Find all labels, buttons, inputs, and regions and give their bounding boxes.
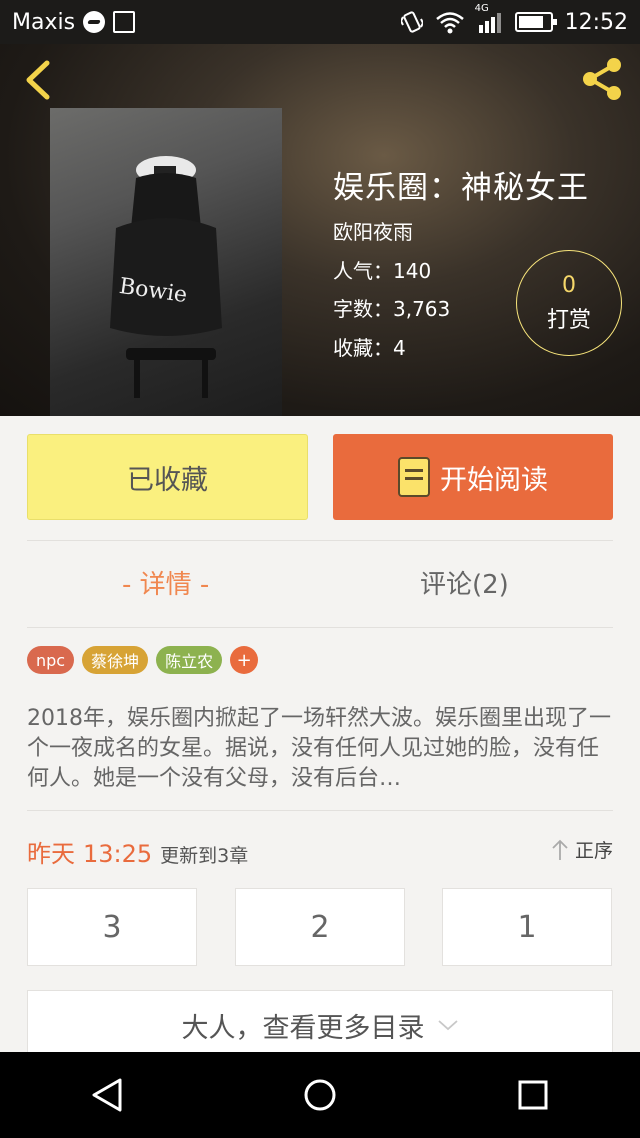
cellular-signal-icon: 4G	[475, 3, 503, 33]
tab-details[interactable]: - 详情 -	[122, 564, 209, 601]
more-catalog-label: 大人，查看更多目录	[181, 1012, 425, 1044]
back-button[interactable]	[18, 58, 58, 102]
chapter-button[interactable]: 1	[442, 888, 612, 966]
sort-toggle[interactable]: 正序	[551, 836, 613, 863]
arrow-up-icon	[552, 839, 568, 860]
more-catalog-button[interactable]: 大人，查看更多目录	[27, 990, 613, 1060]
book-cover: Bowie	[50, 108, 282, 416]
reward-label: 打赏	[546, 307, 591, 333]
network-type: 4G	[474, 3, 489, 14]
start-reading-label: 开始阅读	[440, 464, 548, 496]
messenger-icon	[83, 11, 106, 33]
tab-comments[interactable]: 评论(2)	[420, 564, 509, 601]
book-author[interactable]: 欧阳夜雨	[333, 216, 413, 245]
tag-npc[interactable]: npc	[27, 646, 75, 674]
book-popularity: 人气：140	[333, 259, 432, 283]
reward-button[interactable]: 0 打赏	[516, 250, 622, 356]
system-nav-bar	[0, 1052, 640, 1138]
tag-list: npc 蔡徐坤 陈立农 +	[27, 646, 259, 674]
share-button[interactable]	[578, 56, 628, 102]
divider	[27, 627, 613, 628]
tag-chen-linong[interactable]: 陈立农	[156, 646, 223, 674]
update-text: 更新到3章	[160, 845, 249, 867]
chapter-button[interactable]: 2	[235, 888, 405, 966]
book-header: Bowie 娱乐圈：神秘女王 欧阳夜雨 人气：140 字数：3,763 收藏：4…	[0, 44, 640, 416]
carrier-name: Maxis	[12, 9, 76, 35]
chapter-button[interactable]: 3	[27, 888, 197, 966]
chevron-left-icon	[26, 60, 50, 100]
add-tag-button[interactable]: +	[230, 646, 259, 674]
book-title: 娱乐圈：神秘女王	[333, 170, 589, 206]
nav-recents-button[interactable]	[503, 1065, 563, 1125]
favorited-button[interactable]: 已收藏	[27, 434, 308, 520]
divider	[27, 540, 613, 541]
image-icon	[113, 11, 136, 33]
circle-home-icon	[304, 1079, 336, 1111]
chevron-down-icon	[437, 1020, 458, 1031]
battery-icon	[514, 12, 557, 32]
cover-figure-image: Bowie	[110, 156, 222, 398]
book-favorites: 收藏：4	[333, 336, 406, 360]
update-day: 昨天	[27, 840, 75, 868]
nav-home-button[interactable]	[290, 1065, 350, 1125]
book-icon	[398, 457, 430, 497]
share-icon	[583, 58, 621, 100]
square-recents-icon	[518, 1080, 548, 1110]
update-time: 13:25	[83, 840, 153, 868]
book-word-count: 字数：3,763	[333, 297, 451, 321]
triangle-back-icon	[92, 1078, 122, 1112]
sort-label: 正序	[574, 840, 613, 862]
clock: 12:52	[564, 9, 628, 35]
favorited-label: 已收藏	[127, 464, 208, 496]
book-description[interactable]: 2018年，娱乐圈内掀起了一场轩然大波。娱乐圈里出现了一个一夜成名的女星。据说，…	[27, 704, 617, 796]
tag-cai-xukun[interactable]: 蔡徐坤	[82, 646, 149, 674]
divider	[27, 810, 613, 811]
vibrate-icon	[400, 11, 423, 33]
nav-back-button[interactable]	[77, 1065, 137, 1125]
start-reading-button[interactable]: 开始阅读	[333, 434, 613, 520]
wifi-icon	[435, 12, 464, 34]
reward-count: 0	[562, 272, 576, 298]
update-info: 昨天 13:25 更新到3章	[27, 834, 248, 869]
status-bar: Maxis 4G 12:52	[0, 0, 640, 44]
